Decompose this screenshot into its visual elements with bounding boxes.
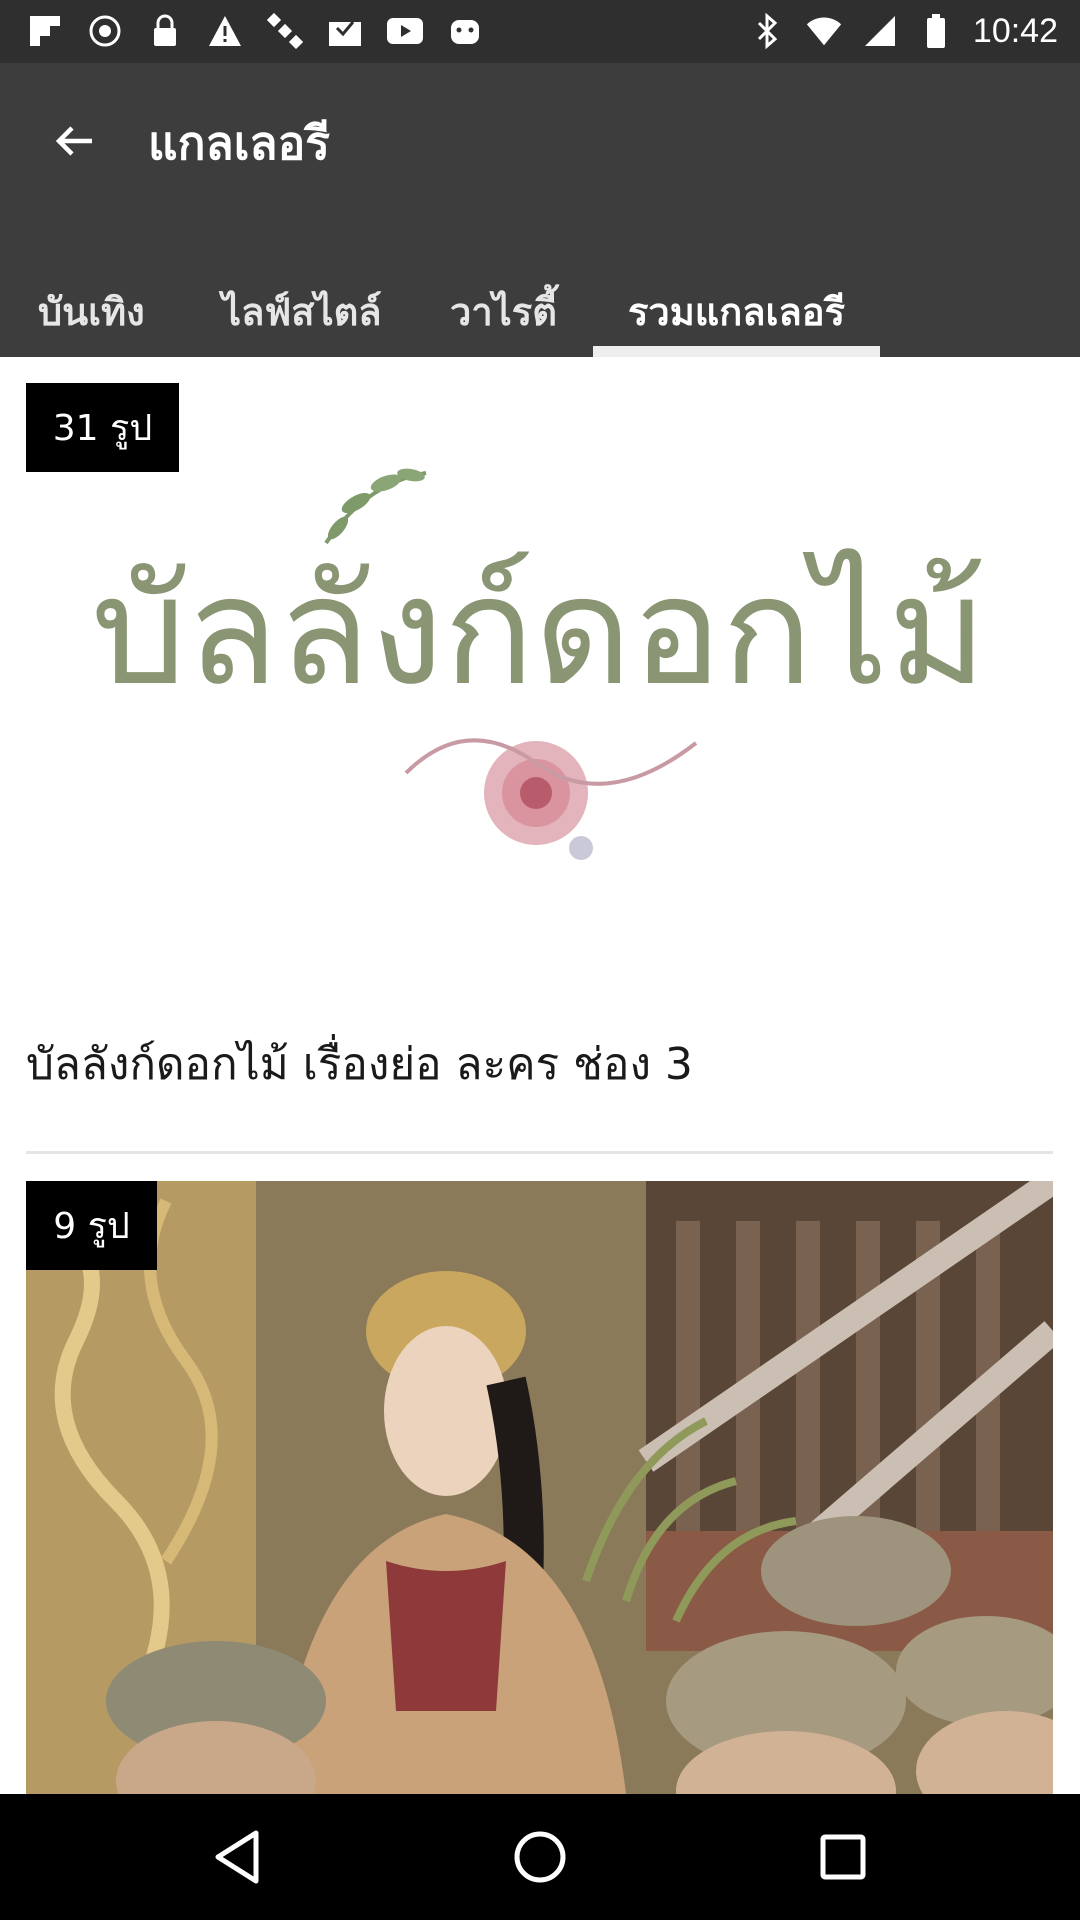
system-nav-bar xyxy=(0,1794,1080,1920)
tab-lifestyle[interactable]: ไลฟ์สไตล์ xyxy=(222,243,382,357)
mail-check-icon xyxy=(326,12,364,50)
title-art-image: บัลลังก์ดอกไม้ xyxy=(91,468,987,860)
wifi-icon xyxy=(805,12,843,50)
recents-square-icon xyxy=(820,1834,866,1880)
gallery-card-image[interactable]: บัลลังก์ดอกไม้ xyxy=(26,383,1053,983)
gallery-list[interactable]: บัลลังก์ดอกไม้ 31 รูป บัลลังก์ดอกไม้ เรื… xyxy=(0,357,1080,1794)
title-art-text: บัลลังก์ดอกไม้ xyxy=(91,545,987,719)
gallery-card-image[interactable] xyxy=(26,1181,1053,1794)
page-title: แกลเลอรี xyxy=(148,116,330,170)
satellite-icon xyxy=(266,12,304,50)
tab-variety[interactable]: วาไรตี้ xyxy=(450,243,557,357)
back-triangle-icon xyxy=(215,1830,259,1884)
gallery-title[interactable]: บัลลังก์ดอกไม้ เรื่องย่อ ละคร ช่อง 3 xyxy=(26,1029,693,1099)
drama-photo xyxy=(26,1181,1053,1794)
signal-icon xyxy=(861,12,899,50)
nav-recents-button[interactable] xyxy=(808,1822,878,1892)
tab-indicator xyxy=(593,346,880,357)
flipboard-icon xyxy=(26,12,64,50)
back-button[interactable] xyxy=(42,109,106,173)
bluetooth-icon xyxy=(749,12,787,50)
nav-back-button[interactable] xyxy=(202,1822,272,1892)
battery-icon xyxy=(917,12,955,50)
lock-icon xyxy=(146,12,184,50)
android-icon xyxy=(446,12,484,50)
warning-icon xyxy=(206,12,244,50)
app-bar: แกลเลอรี บันเทิง ไลฟ์สไตล์ วาไรตี้ รวมแก… xyxy=(0,63,1080,357)
photo-count-badge: 9 รูป xyxy=(26,1181,157,1270)
youtube-icon xyxy=(386,12,424,50)
clock: 10:42 xyxy=(972,12,1058,50)
fake-gps-icon xyxy=(86,12,124,50)
status-icons-left xyxy=(26,12,484,50)
divider xyxy=(26,1151,1053,1154)
tab-entertainment[interactable]: บันเทิง xyxy=(38,243,145,357)
arrow-back-icon xyxy=(55,126,92,156)
tab-all-gallery[interactable]: รวมแกลเลอรี xyxy=(593,243,880,357)
home-circle-icon xyxy=(514,1831,566,1883)
status-icons-right: 10:42 xyxy=(749,12,1058,50)
status-bar: 10:42 xyxy=(0,0,1080,63)
nav-home-button[interactable] xyxy=(505,1822,575,1892)
photo-count-badge: 31 รูป xyxy=(26,383,179,472)
